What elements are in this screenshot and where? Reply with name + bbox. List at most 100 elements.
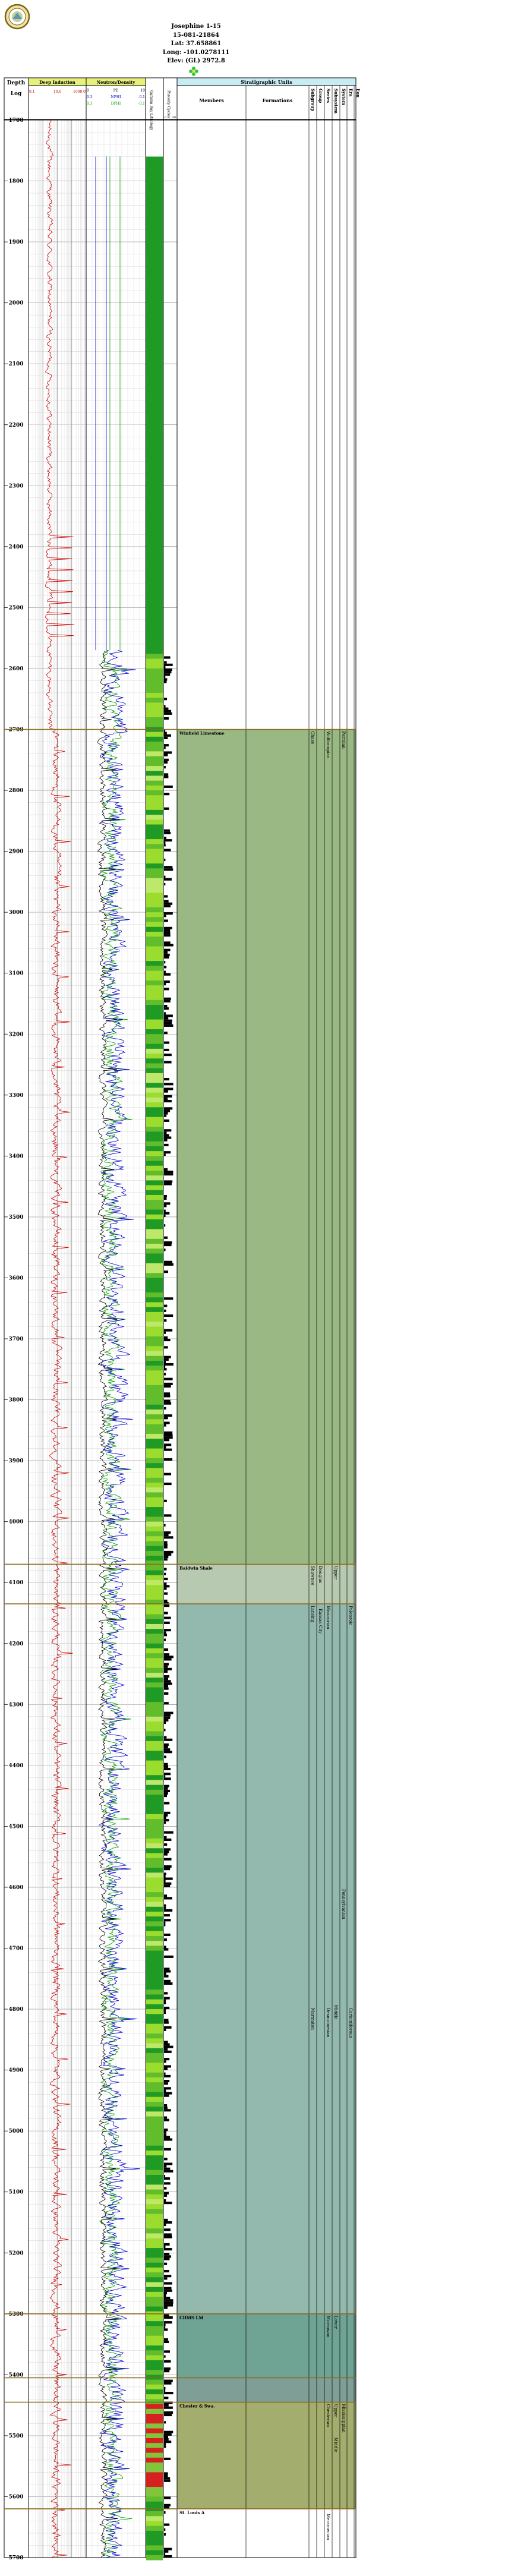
porosity-cycle-bar xyxy=(164,1819,169,1822)
porosity-cycle-bar xyxy=(164,2397,169,2400)
porosity-cycle-bar xyxy=(164,1100,172,1103)
porosity-cycle-bar xyxy=(164,1197,167,1200)
porosity-cycle-bar xyxy=(164,753,168,756)
porosity-cycle-bar xyxy=(164,1667,172,1670)
strat-hierarchy-label: Douglas xyxy=(318,1566,323,1583)
lithology-block xyxy=(146,1200,163,1205)
porosity-cycle-bar xyxy=(164,1546,168,1549)
strat-hierarchy-label: Chesterian xyxy=(326,2404,330,2427)
lithology-block xyxy=(146,171,163,176)
porosity-cycle-bar xyxy=(164,2082,168,2085)
porosity-cycle-bar xyxy=(164,1884,171,1887)
lithology-block xyxy=(146,1292,163,1298)
lithology-block xyxy=(146,1590,163,1596)
lithology-block xyxy=(146,2014,163,2019)
porosity-cycle-bar xyxy=(164,2299,173,2302)
porosity-cycle-bar xyxy=(164,2269,169,2273)
depth-tick-label: 4600 xyxy=(8,1885,23,1891)
lithology-block xyxy=(146,1107,163,1112)
lithology-block xyxy=(146,2214,163,2219)
lithology-block xyxy=(146,1029,163,1035)
porosity-cycle-bar xyxy=(164,1599,168,1603)
porosity-scale-left: 0.3 xyxy=(87,95,93,99)
porosity-cycle-bar xyxy=(164,2457,171,2460)
lithology-block xyxy=(146,610,163,616)
porosity-cycle-bar xyxy=(164,2392,173,2395)
porosity-scale-mid: PE xyxy=(113,89,118,93)
lithology-block xyxy=(146,258,163,264)
porosity-cycle-bar xyxy=(164,1979,171,1982)
porosity-cycle-bar xyxy=(164,1151,171,1154)
porosity-cycle-bar xyxy=(164,1443,172,1446)
lithology-block xyxy=(146,1765,163,1771)
porosity-cycle-bar xyxy=(164,2245,166,2249)
strat-unit-fill xyxy=(177,729,356,1565)
lithology-block xyxy=(146,1604,163,1610)
lithology-block xyxy=(146,1380,163,1386)
porosity-cycle-bar xyxy=(164,2236,172,2238)
porosity-cycle-bar xyxy=(164,1904,166,1907)
lithology-block xyxy=(146,1824,163,1829)
porosity-cycle-bar xyxy=(164,2104,168,2107)
lithology-block xyxy=(146,2150,163,2156)
lithology-block xyxy=(146,1063,163,1069)
lithology-block xyxy=(146,1273,163,1278)
lithology-block xyxy=(146,639,163,645)
lithology-block xyxy=(146,2009,163,2014)
depth-tick-label: 4200 xyxy=(8,1641,23,1647)
lithology-block xyxy=(146,1682,163,1688)
lithology-block xyxy=(146,888,163,893)
lithology-block xyxy=(146,1351,163,1357)
lithology-block xyxy=(146,1658,163,1663)
lithology-block xyxy=(146,1507,163,1512)
strat-hierarchy-label: Lower xyxy=(333,2316,338,2329)
porosity-cycle-bar xyxy=(164,1297,173,1300)
lithology-block xyxy=(146,1131,163,1137)
lithology-block xyxy=(146,795,163,800)
lithology-block xyxy=(146,2277,163,2282)
porosity-cycle-bar xyxy=(164,1858,172,1861)
porosity-cycle-bar xyxy=(164,1821,166,1824)
porosity-cycle-bar xyxy=(164,1129,172,1132)
cycles-header-label: Porosity Cycles xyxy=(166,90,171,118)
porosity-cycle-bar xyxy=(164,1638,166,1641)
lithology-block xyxy=(146,1463,163,1468)
lithology-block xyxy=(146,863,163,869)
depth-tick-label: 5000 xyxy=(8,2129,23,2134)
lithology-block xyxy=(146,278,163,284)
porosity-cycle-bar xyxy=(164,1446,166,1449)
porosity-cycle-bar xyxy=(164,1153,166,1156)
porosity-cycle-bar xyxy=(164,1946,166,1948)
porosity-cycle-bar xyxy=(164,1385,171,1388)
lithology-block xyxy=(146,2023,163,2029)
strat-hierarchy-label: Meramecian xyxy=(326,2514,330,2540)
porosity-cycle-bar xyxy=(164,2433,172,2436)
porosity-cycle-bar xyxy=(164,1331,166,1334)
lithology-block xyxy=(146,1784,163,1790)
porosity-cycle-bar xyxy=(164,2026,172,2029)
lithology-block xyxy=(146,1068,163,1074)
lithology-block xyxy=(146,551,163,557)
lithology-block xyxy=(146,2463,163,2468)
lithology-block xyxy=(146,717,163,723)
lithology-block xyxy=(146,2145,163,2151)
porosity-cycle-bar xyxy=(164,1433,173,1437)
porosity-cycle-bar xyxy=(164,1183,172,1185)
porosity-cycle-bar xyxy=(164,1702,169,1705)
lithology-block xyxy=(146,410,163,415)
lithology-block xyxy=(146,1424,163,1430)
lithology-block xyxy=(146,931,163,937)
porosity-cycle-bar xyxy=(164,2277,168,2280)
lithology-block xyxy=(146,1560,163,1566)
lithology-block xyxy=(146,1419,163,1424)
lithology-block xyxy=(146,2189,163,2195)
porosity-cycle-bar xyxy=(164,934,171,937)
well-log-chart: Depth Log Deep Induction Neutron/Density Str… xyxy=(4,77,361,2561)
strat-hierarchy-label: Lansing xyxy=(310,1606,315,1623)
porosity-cycle-bar xyxy=(164,2350,171,2353)
porosity-cycle-bar xyxy=(164,2441,172,2443)
lithology-block xyxy=(146,2536,163,2541)
lithology-block xyxy=(146,683,163,689)
lithology-block xyxy=(146,2282,163,2288)
porosity-cycle-bar xyxy=(164,1531,171,1534)
